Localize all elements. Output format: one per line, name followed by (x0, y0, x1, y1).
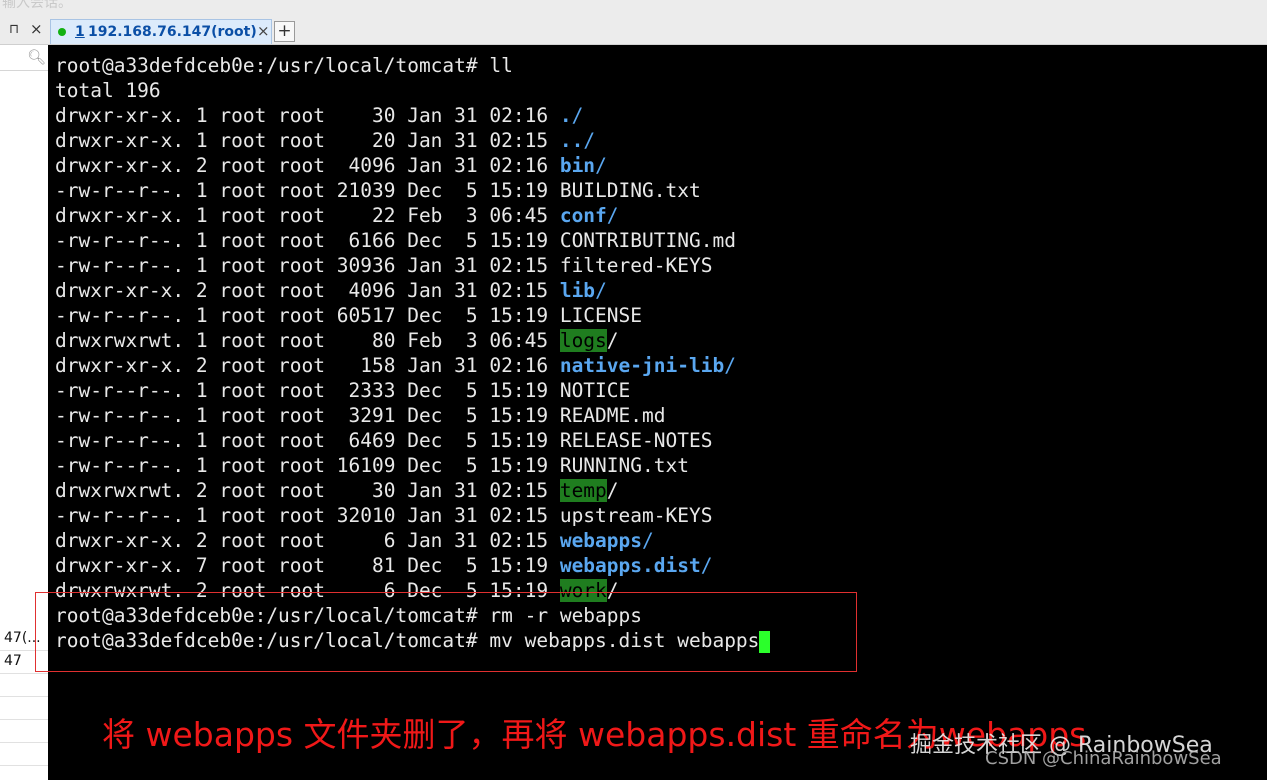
dir-slash: / (606, 479, 619, 502)
terminal-line: -rw-r--r--. 1 root root 60517 Dec 5 15:1… (55, 303, 770, 328)
sidebar-search-input[interactable]: 🔍︎ (0, 46, 48, 71)
dir-slash: / (606, 204, 619, 227)
file-meta: -rw-r--r--. 1 root root 3291 Dec 5 15:19 (55, 404, 560, 427)
total-line: total 196 (55, 79, 161, 102)
file-meta: drwxr-xr-x. 2 root root 4096 Jan 31 02:1… (55, 154, 560, 177)
dir-slash: / (583, 129, 596, 152)
terminal-line: drwxr-xr-x. 1 root root 30 Jan 31 02:16 … (55, 103, 770, 128)
dir-slash: / (700, 554, 713, 577)
file-meta: -rw-r--r--. 1 root root 60517 Dec 5 15:1… (55, 304, 560, 327)
terminal-line: -rw-r--r--. 1 root root 3291 Dec 5 15:19… (55, 403, 770, 428)
terminal-line: drwxr-xr-x. 2 root root 4096 Jan 31 02:1… (55, 153, 770, 178)
file-name: filtered-KEYS (559, 254, 713, 277)
sidebar-session-row[interactable] (0, 743, 48, 766)
directory-name: native-jni-lib (559, 354, 725, 377)
connected-status-icon (58, 28, 66, 36)
directory-name: lib (559, 279, 596, 302)
directory-name: . (559, 104, 572, 127)
directory-name: conf (559, 204, 607, 227)
file-meta: -rw-r--r--. 1 root root 2333 Dec 5 15:19 (55, 379, 560, 402)
new-tab-button[interactable]: + (274, 21, 295, 42)
sidebar-session-row[interactable] (0, 674, 48, 697)
terminal-line: -rw-r--r--. 1 root root 30936 Jan 31 02:… (55, 253, 770, 278)
terminal-line: drwxr-xr-x. 2 root root 6 Jan 31 02:15 w… (55, 528, 770, 553)
highlight-box (35, 592, 857, 672)
search-icon[interactable]: 🔍︎ (27, 48, 46, 66)
file-meta: drwxr-xr-x. 1 root root 20 Jan 31 02:15 (55, 129, 560, 152)
sidebar-header: ⊓ × (0, 18, 48, 45)
file-meta: drwxr-xr-x. 7 root root 81 Dec 5 15:19 (55, 554, 560, 577)
terminal-line: drwxrwxrwt. 2 root root 30 Jan 31 02:15 … (55, 478, 770, 503)
command: ll (489, 54, 513, 77)
dir-slash: / (642, 529, 654, 552)
file-meta: drwxr-xr-x. 1 root root 30 Jan 31 02:16 (55, 104, 560, 127)
session-tab[interactable]: 1 192.168.76.147(root) × (50, 19, 272, 44)
file-meta: -rw-r--r--. 1 root root 6469 Dec 5 15:19 (55, 429, 560, 452)
file-meta: drwxrwxrwt. 1 root root 80 Feb 3 06:45 (55, 329, 560, 352)
directory-name: webapps.dist (559, 554, 701, 577)
file-name: RUNNING.txt (559, 454, 689, 477)
terminal-line: root@a33defdceb0e:/usr/local/tomcat# ll (55, 53, 770, 78)
terminal-line: total 196 (55, 78, 770, 103)
file-name: BUILDING.txt (559, 179, 701, 202)
sidebar-session-label: 47 (4, 653, 22, 669)
file-meta: -rw-r--r--. 1 root root 30936 Jan 31 02:… (55, 254, 560, 277)
terminal-line: drwxr-xr-x. 2 root root 4096 Jan 31 02:1… (55, 278, 770, 303)
watermark-csdn: CSDN @ChinaRainbowSea (985, 748, 1222, 769)
file-name: RELEASE-NOTES (559, 429, 713, 452)
terminal-line: -rw-r--r--. 1 root root 32010 Jan 31 02:… (55, 503, 770, 528)
terminal-line: -rw-r--r--. 1 root root 16109 Dec 5 15:1… (55, 453, 770, 478)
tab-close-icon[interactable]: × (257, 22, 270, 40)
dir-slash: / (724, 354, 736, 377)
file-meta: -rw-r--r--. 1 root root 21039 Dec 5 15:1… (55, 179, 560, 202)
directory-name: bin (559, 154, 596, 177)
file-name: CONTRIBUTING.md (559, 229, 736, 252)
terminal-line: -rw-r--r--. 1 root root 2333 Dec 5 15:19… (55, 378, 770, 403)
prompt: root@a33defdceb0e:/usr/local/tomcat# (55, 54, 490, 77)
directory-name: .. (559, 129, 584, 152)
file-name: NOTICE (559, 379, 631, 402)
sticky-directory-name: logs (559, 329, 607, 352)
top-strip: 输入会话。 (0, 0, 1267, 18)
terminal-lines: root@a33defdceb0e:/usr/local/tomcat# ll t… (55, 53, 771, 653)
sidebar-session-row[interactable] (0, 720, 48, 743)
file-meta: -rw-r--r--. 1 root root 32010 Jan 31 02:… (55, 504, 560, 527)
terminal-line: drwxr-xr-x. 2 root root 158 Jan 31 02:16… (55, 353, 770, 378)
file-name: LICENSE (559, 304, 643, 327)
file-meta: -rw-r--r--. 1 root root 6166 Dec 5 15:19 (55, 229, 560, 252)
file-meta: drwxr-xr-x. 2 root root 4096 Jan 31 02:1… (55, 279, 560, 302)
terminal-line: drwxrwxrwt. 1 root root 80 Feb 3 06:45 l… (55, 328, 770, 353)
top-strip-text: 输入会话。 (2, 0, 72, 11)
terminal-line: drwxr-xr-x. 1 root root 20 Jan 31 02:15 … (55, 128, 770, 153)
file-name: upstream-KEYS (559, 504, 713, 527)
file-meta: -rw-r--r--. 1 root root 16109 Dec 5 15:1… (55, 454, 560, 477)
dir-slash: / (606, 329, 619, 352)
dir-slash: / (595, 154, 607, 177)
dir-slash: / (595, 279, 607, 302)
terminal-line: drwxr-xr-x. 1 root root 22 Feb 3 06:45 c… (55, 203, 770, 228)
close-icon[interactable]: × (30, 20, 43, 38)
file-meta: drwxr-xr-x. 2 root root 6 Jan 31 02:15 (55, 529, 560, 552)
terminal-line: drwxr-xr-x. 7 root root 81 Dec 5 15:19 w… (55, 553, 770, 578)
session-tab-bar: 1 192.168.76.147(root) × + (48, 18, 1267, 45)
terminal-line: -rw-r--r--. 1 root root 6469 Dec 5 15:19… (55, 428, 770, 453)
file-meta: drwxr-xr-x. 1 root root 22 Feb 3 06:45 (55, 204, 560, 227)
terminal-line: -rw-r--r--. 1 root root 21039 Dec 5 15:1… (55, 178, 770, 203)
tab-number: 1 (75, 24, 85, 40)
pin-icon[interactable]: ⊓ (9, 22, 19, 37)
file-meta: drwxr-xr-x. 2 root root 158 Jan 31 02:16 (55, 354, 560, 377)
terminal-line: -rw-r--r--. 1 root root 6166 Dec 5 15:19… (55, 228, 770, 253)
sidebar-session-row[interactable] (0, 697, 48, 720)
file-name: README.md (559, 404, 666, 427)
sticky-directory-name: temp (559, 479, 607, 502)
tab-title: 192.168.76.147(root) (88, 24, 257, 40)
directory-name: webapps (559, 529, 643, 552)
dir-slash: / (571, 104, 584, 127)
file-meta: drwxrwxrwt. 2 root root 30 Jan 31 02:15 (55, 479, 560, 502)
